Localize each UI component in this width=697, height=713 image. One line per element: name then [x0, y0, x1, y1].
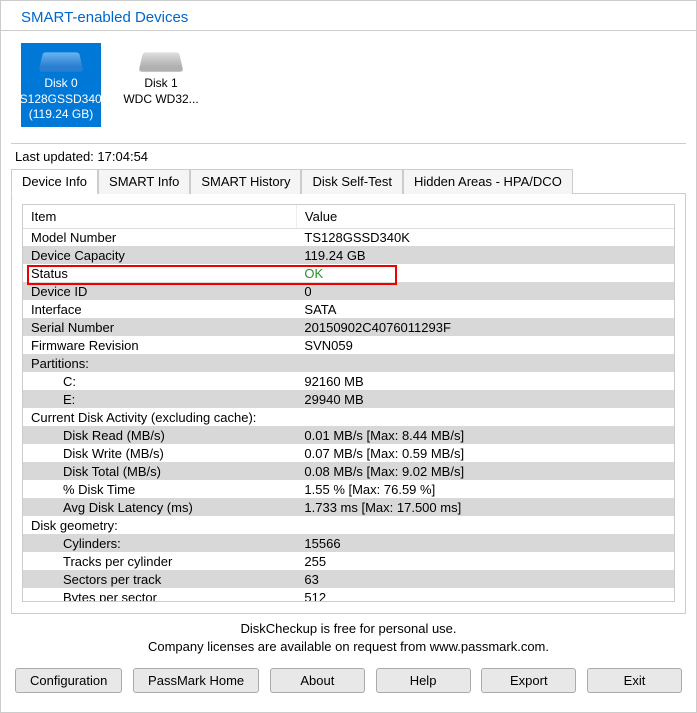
configuration-button[interactable]: Configuration	[15, 668, 122, 693]
drive-icon	[41, 47, 81, 72]
table-row[interactable]: Disk geometry:	[23, 516, 674, 534]
tab-hidden-areas[interactable]: Hidden Areas - HPA/DCO	[403, 169, 573, 194]
column-value[interactable]: Value	[296, 205, 674, 229]
table-row[interactable]: Disk Write (MB/s)0.07 MB/s [Max: 0.59 MB…	[23, 444, 674, 462]
cell-value: 119.24 GB	[296, 246, 674, 264]
cell-item: Tracks per cylinder	[23, 552, 296, 570]
device-info-table: Item Value Model NumberTS128GSSD340KDevi…	[23, 205, 674, 602]
exit-button[interactable]: Exit	[587, 668, 682, 693]
cell-item: C:	[23, 372, 296, 390]
drive-icon	[141, 47, 181, 72]
table-row[interactable]: Device Capacity119.24 GB	[23, 246, 674, 264]
button-row: Configuration PassMark Home About Help E…	[1, 662, 696, 703]
cell-value: 0.01 MB/s [Max: 8.44 MB/s]	[296, 426, 674, 444]
cell-item: Device Capacity	[23, 246, 296, 264]
tab-content-device-info: Item Value Model NumberTS128GSSD340KDevi…	[11, 194, 686, 614]
cell-value: 512	[296, 588, 674, 602]
table-row[interactable]: Cylinders:15566	[23, 534, 674, 552]
cell-value: 20150902C4076011293F	[296, 318, 674, 336]
table-row[interactable]: Disk Total (MB/s)0.08 MB/s [Max: 9.02 MB…	[23, 462, 674, 480]
table-row[interactable]: Device ID0	[23, 282, 674, 300]
export-button[interactable]: Export	[481, 668, 576, 693]
separator	[11, 143, 686, 144]
table-row[interactable]: InterfaceSATA	[23, 300, 674, 318]
device-info-table-wrap[interactable]: Item Value Model NumberTS128GSSD340KDevi…	[22, 204, 675, 602]
device-disk-0[interactable]: Disk 0 TS128GSSD340K (119.24 GB)	[21, 43, 101, 127]
cell-item: E:	[23, 390, 296, 408]
help-button[interactable]: Help	[376, 668, 471, 693]
last-updated-label: Last updated: 17:04:54	[1, 147, 696, 168]
table-row[interactable]: Model NumberTS128GSSD340K	[23, 228, 674, 246]
table-row[interactable]: Avg Disk Latency (ms)1.733 ms [Max: 17.5…	[23, 498, 674, 516]
cell-item: Firmware Revision	[23, 336, 296, 354]
table-row[interactable]: StatusOK	[23, 264, 674, 282]
cell-value: 0.07 MB/s [Max: 0.59 MB/s]	[296, 444, 674, 462]
device-label: Disk 1 WDC WD32...	[123, 76, 198, 107]
cell-item: Bytes per sector	[23, 588, 296, 602]
cell-item: Device ID	[23, 282, 296, 300]
table-row[interactable]: Current Disk Activity (excluding cache):	[23, 408, 674, 426]
table-row[interactable]: Disk Read (MB/s)0.01 MB/s [Max: 8.44 MB/…	[23, 426, 674, 444]
column-item[interactable]: Item	[23, 205, 296, 229]
device-disk-1[interactable]: Disk 1 WDC WD32...	[121, 43, 201, 127]
table-row[interactable]: Tracks per cylinder255	[23, 552, 674, 570]
cell-value: 0.08 MB/s [Max: 9.02 MB/s]	[296, 462, 674, 480]
cell-value: SATA	[296, 300, 674, 318]
cell-item: Cylinders:	[23, 534, 296, 552]
cell-value: SVN059	[296, 336, 674, 354]
cell-item: Avg Disk Latency (ms)	[23, 498, 296, 516]
cell-value: OK	[296, 264, 674, 282]
device-label: Disk 0 TS128GSSD340K (119.24 GB)	[12, 76, 109, 123]
cell-value: 63	[296, 570, 674, 588]
device-list: Disk 0 TS128GSSD340K (119.24 GB) Disk 1 …	[1, 39, 696, 135]
table-row[interactable]: Partitions:	[23, 354, 674, 372]
cell-item: Serial Number	[23, 318, 296, 336]
app-window: SMART-enabled Devices Disk 0 TS128GSSD34…	[0, 0, 697, 713]
passmark-link[interactable]: www.passmark.com	[430, 639, 546, 654]
cell-value: 29940 MB	[296, 390, 674, 408]
cell-item: Model Number	[23, 228, 296, 246]
table-row[interactable]: Sectors per track63	[23, 570, 674, 588]
cell-value: TS128GSSD340K	[296, 228, 674, 246]
cell-item: Sectors per track	[23, 570, 296, 588]
cell-item: Disk Write (MB/s)	[23, 444, 296, 462]
cell-item: Disk geometry:	[23, 516, 296, 534]
tab-smart-history[interactable]: SMART History	[190, 169, 301, 194]
table-row[interactable]: C:92160 MB	[23, 372, 674, 390]
tab-disk-self-test[interactable]: Disk Self-Test	[301, 169, 402, 194]
cell-item: Interface	[23, 300, 296, 318]
table-row[interactable]: E:29940 MB	[23, 390, 674, 408]
cell-value	[296, 516, 674, 534]
footer-text: DiskCheckup is free for personal use. Co…	[1, 614, 696, 662]
cell-value: 255	[296, 552, 674, 570]
tab-bar: Device Info SMART Info SMART History Dis…	[11, 168, 686, 194]
about-button[interactable]: About	[270, 668, 365, 693]
cell-value: 92160 MB	[296, 372, 674, 390]
tab-smart-info[interactable]: SMART Info	[98, 169, 190, 194]
passmark-home-button[interactable]: PassMark Home	[133, 668, 259, 693]
cell-item: Status	[23, 264, 296, 282]
cell-item: % Disk Time	[23, 480, 296, 498]
cell-item: Partitions:	[23, 354, 296, 372]
table-row[interactable]: % Disk Time1.55 % [Max: 76.59 %]	[23, 480, 674, 498]
tab-device-info[interactable]: Device Info	[11, 169, 98, 194]
cell-value: 1.55 % [Max: 76.59 %]	[296, 480, 674, 498]
cell-value: 15566	[296, 534, 674, 552]
cell-value	[296, 408, 674, 426]
cell-item: Disk Read (MB/s)	[23, 426, 296, 444]
cell-value: 1.733 ms [Max: 17.500 ms]	[296, 498, 674, 516]
cell-value	[296, 354, 674, 372]
cell-item: Disk Total (MB/s)	[23, 462, 296, 480]
table-row[interactable]: Firmware RevisionSVN059	[23, 336, 674, 354]
cell-value: 0	[296, 282, 674, 300]
table-row[interactable]: Bytes per sector512	[23, 588, 674, 602]
cell-item: Current Disk Activity (excluding cache):	[23, 408, 296, 426]
table-row[interactable]: Serial Number20150902C4076011293F	[23, 318, 674, 336]
section-header-smart-devices: SMART-enabled Devices	[1, 1, 696, 31]
